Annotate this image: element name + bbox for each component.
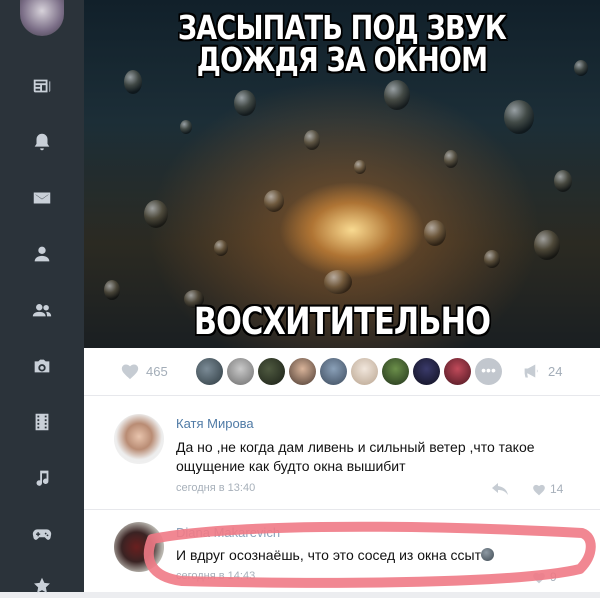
comment-avatar[interactable]	[114, 414, 164, 464]
heart-icon	[533, 484, 545, 495]
liker-avatar[interactable]	[289, 358, 316, 385]
liker-avatar[interactable]	[351, 358, 378, 385]
comment-likes-count: 14	[550, 482, 564, 496]
meme-top-caption: ЗАСЫПАТЬ ПОД ЗВУК ДОЖДЯ ЗА ОКНОМ	[177, 8, 507, 79]
star-icon[interactable]	[30, 574, 54, 598]
comment-author[interactable]: Катя Мирова	[176, 416, 254, 431]
friends-icon[interactable]	[30, 298, 54, 322]
comment-time: сегодня в 13:40	[176, 482, 256, 494]
meme-bottom-caption: ВОСХИТИТЕЛЬНО	[193, 300, 491, 343]
comment-text: Да но ,не когда дам ливень и сильный вет…	[176, 439, 535, 474]
reply-icon[interactable]	[492, 482, 508, 496]
user-icon[interactable]	[30, 242, 54, 266]
heart-icon	[533, 572, 545, 583]
main-content: ЗАСЫПАТЬ ПОД ЗВУК ДОЖДЯ ЗА ОКНОМ ВОСХИТИ…	[84, 0, 600, 592]
comment: Катя Мирова Да но ,не когда дам ливень и…	[84, 396, 600, 510]
likers-avatars[interactable]: •••	[196, 358, 502, 385]
mail-icon[interactable]	[30, 186, 54, 210]
reposts-count: 24	[548, 363, 563, 379]
gamepad-icon[interactable]	[30, 522, 54, 546]
comment-author[interactable]: Diana Makarevich	[176, 525, 280, 540]
comment: Diana Makarevich И вдруг осознаёшь, что …	[84, 510, 600, 592]
liker-avatar[interactable]	[444, 358, 471, 385]
liker-avatar[interactable]	[196, 358, 223, 385]
comment-time: сегодня в 14:43	[176, 570, 256, 582]
liker-avatar[interactable]	[227, 358, 254, 385]
liker-avatar[interactable]	[413, 358, 440, 385]
liker-avatar[interactable]	[258, 358, 285, 385]
comment-text: И вдруг осознаёшь, что это сосед из окна…	[176, 546, 576, 565]
music-icon[interactable]	[30, 466, 54, 490]
comment-likes-count: 9	[550, 570, 557, 584]
repost-button[interactable]: 24	[522, 362, 562, 380]
camera-icon[interactable]	[30, 354, 54, 378]
liker-avatar[interactable]	[382, 358, 409, 385]
bell-icon[interactable]	[30, 130, 54, 154]
comment-like-button[interactable]: 9	[532, 570, 557, 584]
comment-avatar[interactable]	[114, 522, 164, 572]
post-image[interactable]: ЗАСЫПАТЬ ПОД ЗВУК ДОЖДЯ ЗА ОКНОМ ВОСХИТИ…	[84, 0, 600, 348]
comment-like-button[interactable]: 14	[532, 482, 563, 496]
like-button[interactable]: 465	[120, 362, 168, 380]
more-likers-button[interactable]: •••	[475, 358, 502, 385]
video-icon[interactable]	[30, 410, 54, 434]
news-icon[interactable]	[30, 74, 54, 98]
liker-avatar[interactable]	[320, 358, 347, 385]
smiley-emoji-icon	[481, 548, 495, 561]
left-sidebar	[0, 0, 84, 593]
post-actions: 465 ••• 24	[84, 348, 600, 396]
heart-icon	[121, 364, 139, 380]
profile-avatar[interactable]	[20, 0, 64, 36]
megaphone-icon	[524, 364, 538, 378]
likes-count: 465	[146, 363, 168, 379]
